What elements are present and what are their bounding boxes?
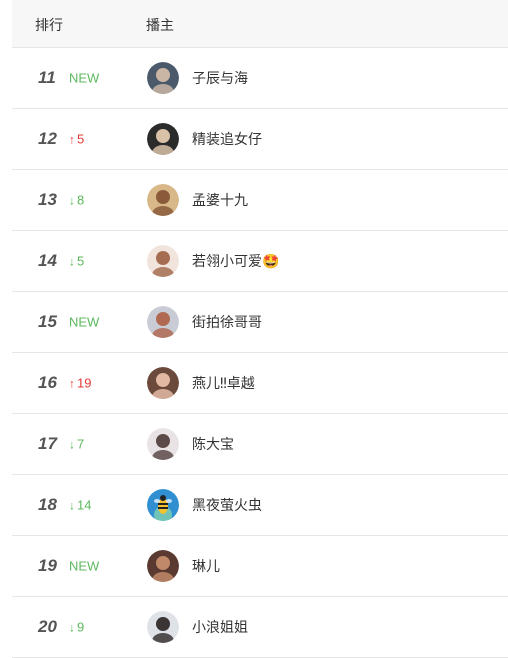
- rank-number: 16: [38, 373, 57, 392]
- rank-change: ↓ 8: [69, 193, 84, 208]
- ranking-rows: 11 NEW 子辰与海 12 ↑ 5 精装追女仔 13 ↓ 8 孟婆十九 14 ↓ 5 若翎小可爱🤩 15 NE…: [12, 48, 508, 658]
- header-streamer: 播主: [146, 18, 174, 34]
- avatar[interactable]: [147, 611, 179, 643]
- rank-change-value: 8: [77, 192, 85, 208]
- streamer-name[interactable]: 精装追女仔: [192, 129, 262, 149]
- rank-number: 18: [38, 495, 57, 514]
- table-row[interactable]: 15 NEW 街拍徐哥哥: [12, 292, 508, 353]
- arrow-down-icon: ↓: [69, 254, 75, 269]
- table-row[interactable]: 19 NEW 琳儿: [12, 536, 508, 597]
- avatar[interactable]: [147, 62, 179, 94]
- rank-number: 14: [38, 251, 57, 270]
- avatar[interactable]: [147, 428, 179, 460]
- table-row[interactable]: 17 ↓ 7 陈大宝: [12, 414, 508, 475]
- arrow-up-icon: ↑: [69, 132, 75, 147]
- rank-number: 12: [38, 129, 57, 148]
- avatar[interactable]: [147, 245, 179, 277]
- rank-change-value: NEW: [69, 70, 100, 86]
- avatar[interactable]: [147, 306, 179, 338]
- streamer-name[interactable]: 街拍徐哥哥: [192, 312, 262, 332]
- rank-change: ↓ 14: [69, 498, 91, 513]
- header-rank: 排行: [35, 18, 63, 34]
- streamer-name[interactable]: 黑夜萤火虫: [192, 495, 262, 515]
- streamer-name[interactable]: 小浪姐姐: [192, 617, 248, 637]
- streamer-name[interactable]: 孟婆十九: [192, 190, 248, 210]
- streamer-name[interactable]: 琳儿: [192, 556, 220, 576]
- rank-change: NEW: [69, 315, 99, 330]
- rank-change: NEW: [69, 71, 99, 86]
- rank-number: 11: [38, 68, 56, 87]
- arrow-down-icon: ↓: [69, 498, 75, 513]
- rank-change-value: 5: [77, 131, 85, 147]
- rank-change-value: 7: [77, 436, 85, 452]
- table-row[interactable]: 20 ↓ 9 小浪姐姐: [12, 597, 508, 658]
- rank-change: ↑ 19: [69, 376, 91, 391]
- rank-change: ↑ 5: [69, 132, 84, 147]
- table-row[interactable]: 16 ↑ 19 燕儿‼卓越: [12, 353, 508, 414]
- table-row[interactable]: 11 NEW 子辰与海: [12, 48, 508, 109]
- rank-change-value: 19: [77, 375, 92, 391]
- rank-change-value: 9: [77, 619, 85, 635]
- table-row[interactable]: 18 ↓ 14 黑夜萤火虫: [12, 475, 508, 536]
- arrow-down-icon: ↓: [69, 193, 75, 208]
- arrow-up-icon: ↑: [69, 376, 75, 391]
- rank-change-value: NEW: [69, 558, 100, 574]
- bee-icon[interactable]: [147, 489, 179, 521]
- ranking-table: 排行 播主 11 NEW 子辰与海 12 ↑ 5 精装追女仔 13 ↓ 8 孟婆十九 14 ↓ 5 若翎小可…: [12, 0, 508, 658]
- arrow-down-icon: ↓: [69, 620, 75, 635]
- rank-change: ↓ 9: [69, 620, 84, 635]
- table-row[interactable]: 14 ↓ 5 若翎小可爱🤩: [12, 231, 508, 292]
- rank-change-value: 14: [77, 497, 92, 513]
- rank-number: 19: [38, 556, 57, 575]
- avatar[interactable]: [147, 123, 179, 155]
- streamer-name[interactable]: 子辰与海: [192, 68, 248, 88]
- rank-number: 13: [38, 190, 57, 209]
- rank-number: 20: [38, 617, 57, 636]
- streamer-name[interactable]: 若翎小可爱🤩: [192, 251, 279, 271]
- rank-change: ↓ 7: [69, 437, 84, 452]
- rank-number: 17: [38, 434, 57, 453]
- streamer-name[interactable]: 陈大宝: [192, 434, 234, 454]
- avatar[interactable]: [147, 184, 179, 216]
- table-header: 排行 播主: [12, 0, 508, 48]
- arrow-down-icon: ↓: [69, 437, 75, 452]
- rank-number: 15: [38, 312, 57, 331]
- streamer-name[interactable]: 燕儿‼卓越: [192, 373, 255, 393]
- rank-change-value: NEW: [69, 314, 100, 330]
- rank-change: NEW: [69, 559, 99, 574]
- rank-change: ↓ 5: [69, 254, 84, 269]
- table-row[interactable]: 12 ↑ 5 精装追女仔: [12, 109, 508, 170]
- avatar[interactable]: [147, 367, 179, 399]
- rank-change-value: 5: [77, 253, 85, 269]
- avatar[interactable]: [147, 550, 179, 582]
- table-row[interactable]: 13 ↓ 8 孟婆十九: [12, 170, 508, 231]
